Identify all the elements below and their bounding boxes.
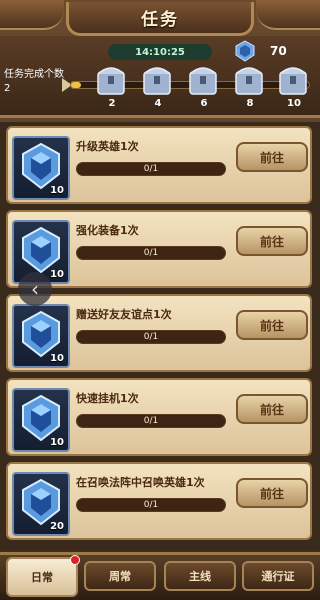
task-reward-icon-frame: 10 xyxy=(12,136,70,200)
chest-icon xyxy=(143,67,171,95)
task-progress-text: 0/1 xyxy=(143,164,159,174)
task-name: 在召唤法阵中召唤英雄1次 xyxy=(76,476,205,489)
task-name: 升级英雄1次 xyxy=(76,140,139,153)
task-reward-icon-frame: 10 xyxy=(12,304,70,368)
task-panel: 任务 14:10:25 70 任务完成个数 2 2 4 6 8 10 10 升级… xyxy=(0,0,320,600)
tab-weekly[interactable]: 周常 xyxy=(84,561,156,591)
task-card: 10 强化装备1次 0/1 前往 xyxy=(6,210,312,288)
progress-count: 2 xyxy=(4,83,11,94)
go-button[interactable]: 前往 xyxy=(236,478,308,508)
task-name: 快速挂机1次 xyxy=(76,392,139,405)
crystal-reward-icon xyxy=(22,226,60,274)
page-title: 任务 xyxy=(66,2,254,36)
task-reward-amount: 10 xyxy=(50,185,64,196)
task-reward-amount: 10 xyxy=(50,269,64,280)
title-ornament-right xyxy=(256,0,320,30)
task-progress-bar: 0/1 xyxy=(76,414,226,428)
task-reward-amount: 10 xyxy=(50,353,64,364)
crystal-points-icon xyxy=(235,40,255,62)
crystal-reward-icon xyxy=(22,394,60,442)
tab-label: 日常 xyxy=(31,571,53,584)
chest-threshold: 4 xyxy=(154,98,162,109)
reward-chest-4[interactable]: 4 xyxy=(140,60,176,110)
progress-header: 14:10:25 70 任务完成个数 2 2 4 6 8 10 xyxy=(0,36,320,118)
reward-chest-8[interactable]: 8 xyxy=(232,60,268,110)
task-name: 强化装备1次 xyxy=(76,224,139,237)
reward-chest-2[interactable]: 2 xyxy=(94,60,130,110)
task-progress-bar: 0/1 xyxy=(76,498,226,512)
task-card: 20 在召唤法阵中召唤英雄1次 0/1 前往 xyxy=(6,462,312,540)
task-card: 10 赠送好友友谊点1次 0/1 前往 xyxy=(6,294,312,372)
reward-chest-10[interactable]: 10 xyxy=(276,60,312,110)
go-button[interactable]: 前往 xyxy=(236,142,308,172)
reset-timer: 14:10:25 xyxy=(108,44,212,60)
crystal-reward-icon xyxy=(22,478,60,526)
chest-icon xyxy=(235,67,263,95)
task-reward-amount: 20 xyxy=(50,521,64,532)
task-reward-icon-frame: 10 xyxy=(12,388,70,452)
progress-label: 任务完成个数 xyxy=(4,69,64,80)
chest-icon xyxy=(97,67,125,95)
tab-label: 主线 xyxy=(189,570,211,583)
task-name: 赠送好友友谊点1次 xyxy=(76,308,172,321)
title-ornament-left xyxy=(0,0,64,30)
notification-badge xyxy=(70,555,80,565)
chest-threshold: 8 xyxy=(246,98,254,109)
tab-main[interactable]: 主线 xyxy=(164,561,236,591)
task-reward-icon-frame: 20 xyxy=(12,472,70,536)
tab-pass[interactable]: 通行证 xyxy=(242,561,314,591)
chest-icon xyxy=(189,67,217,95)
chest-threshold: 10 xyxy=(287,98,301,109)
go-button[interactable]: 前往 xyxy=(236,394,308,424)
task-progress-text: 0/1 xyxy=(143,332,159,342)
task-progress-text: 0/1 xyxy=(143,416,159,426)
go-button[interactable]: 前往 xyxy=(236,310,308,340)
chevron-left-icon: ‹ xyxy=(31,277,39,301)
progress-bar-fill xyxy=(71,82,81,88)
task-reward-amount: 10 xyxy=(50,437,64,448)
chest-threshold: 2 xyxy=(108,98,116,109)
task-card: 10 快速挂机1次 0/1 前往 xyxy=(6,378,312,456)
points-value: 70 xyxy=(270,44,287,58)
reward-chest-6[interactable]: 6 xyxy=(186,60,222,110)
tab-label: 周常 xyxy=(109,570,131,583)
crystal-reward-icon xyxy=(22,142,60,190)
go-button[interactable]: 前往 xyxy=(236,226,308,256)
tab-daily[interactable]: 日常 xyxy=(6,555,80,597)
tab-label: 通行证 xyxy=(261,570,295,583)
bottom-tab-bar: 日常 周常 主线 通行证 xyxy=(0,552,320,600)
task-progress-text: 0/1 xyxy=(143,500,159,510)
task-progress-text: 0/1 xyxy=(143,248,159,258)
task-progress-bar: 0/1 xyxy=(76,246,226,260)
crystal-reward-icon xyxy=(22,310,60,358)
task-progress-bar: 0/1 xyxy=(76,330,226,344)
task-list: 10 升级英雄1次 0/1 前往 10 强化装备1次 0/1 前往 10 赠送好… xyxy=(0,122,320,550)
back-button[interactable]: ‹ xyxy=(18,272,52,306)
chest-icon xyxy=(279,67,307,95)
task-progress-bar: 0/1 xyxy=(76,162,226,176)
task-card: 10 升级英雄1次 0/1 前往 xyxy=(6,126,312,204)
chest-threshold: 6 xyxy=(200,98,208,109)
